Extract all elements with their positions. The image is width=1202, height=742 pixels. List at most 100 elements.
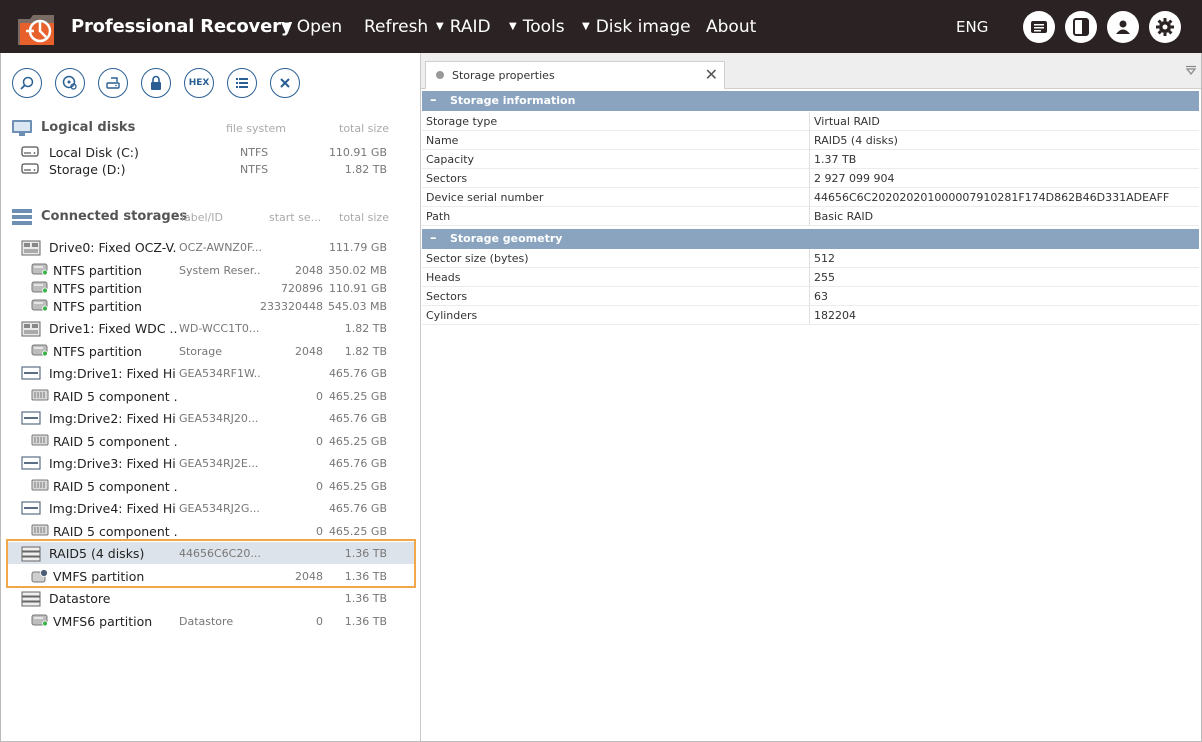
menu-about[interactable]: About xyxy=(706,17,756,37)
property-row[interactable]: Cylinders 182204 xyxy=(422,306,1199,325)
property-name: Cylinders xyxy=(426,309,478,322)
comp-icon xyxy=(31,389,49,404)
scan-button[interactable] xyxy=(55,68,85,98)
property-row[interactable]: Sectors 63 xyxy=(422,287,1199,306)
app-title: Professional Recovery xyxy=(71,16,293,37)
tab-storage-properties[interactable]: Storage properties ✕ xyxy=(425,61,725,89)
search-button[interactable] xyxy=(12,68,42,98)
logical-disk-row[interactable]: Local Disk (C:) NTFS 110.91 GB xyxy=(7,143,415,160)
settings-button[interactable] xyxy=(1149,11,1181,43)
storage-label: GEA534RF1W... xyxy=(179,367,261,380)
storage-start-sector: 720896 xyxy=(281,282,323,295)
property-value: 44656C6C202020201000007910281F174D862B46… xyxy=(814,191,1170,204)
logical-disk-size: 1.82 TB xyxy=(344,163,387,176)
property-row[interactable]: Name RAID5 (4 disks) xyxy=(422,131,1199,150)
hex-viewer-button[interactable]: HEX xyxy=(184,68,214,98)
logical-disk-row[interactable]: Storage (D:) NTFS 1.82 TB xyxy=(7,160,415,177)
storage-panel: HEX Logical disks file system total size… xyxy=(0,53,421,742)
raid-icon xyxy=(21,546,41,565)
column-separator xyxy=(809,169,810,188)
column-header-label-id[interactable]: label/ID xyxy=(181,211,223,224)
dropdown-triangle-icon: ▼ xyxy=(582,21,590,32)
partition-row[interactable]: RAID 5 component ... 0 465.25 GB xyxy=(7,430,415,452)
storage-row[interactable]: Drive1: Fixed WDC ... WD-WCC1T0... 1.82 TB xyxy=(7,317,415,339)
storage-size: 465.76 GB xyxy=(328,367,387,380)
partition-row[interactable]: RAID 5 component ... 0 465.25 GB xyxy=(7,475,415,497)
menu-raid[interactable]: ▼ RAID xyxy=(436,17,491,37)
img-icon xyxy=(21,501,41,518)
encryption-button[interactable] xyxy=(141,68,171,98)
close-tab-icon[interactable]: ✕ xyxy=(705,65,718,84)
column-header-total-size[interactable]: total size xyxy=(339,122,389,135)
tab-label: Storage properties xyxy=(452,69,555,82)
storage-size: 1.82 TB xyxy=(344,322,387,335)
storage-label: Storage xyxy=(179,345,223,358)
property-row[interactable]: Device serial number 44656C6C202020201000… xyxy=(422,188,1199,207)
storage-row[interactable]: Drive0: Fixed OCZ-V... OCZ-AWNZ0F... 111.7… xyxy=(7,236,415,258)
storage-name: Datastore xyxy=(49,591,111,606)
storage-row[interactable]: RAID5 (4 disks) 44656C6C20... 1.36 TB xyxy=(7,542,415,564)
storage-start-sector: 0 xyxy=(316,525,323,538)
properties-button[interactable] xyxy=(227,68,257,98)
menu-open[interactable]: ▼ Open xyxy=(283,17,342,37)
gear-icon xyxy=(1156,18,1174,36)
storage-size: 110.91 GB xyxy=(328,282,387,295)
menu-refresh[interactable]: Refresh xyxy=(364,17,428,37)
partition-row[interactable]: NTFS partition 233320448 545.03 MB xyxy=(7,295,415,317)
property-row[interactable]: Sectors 2 927 099 904 xyxy=(422,169,1199,188)
storage-row[interactable]: Datastore 1.36 TB xyxy=(7,587,415,609)
panels-button[interactable] xyxy=(1065,11,1097,43)
menu-tools[interactable]: ▼ Tools xyxy=(509,17,565,37)
menu-disk-image-label: Disk image xyxy=(595,17,691,37)
log-button[interactable] xyxy=(1023,11,1055,43)
property-value: 2 927 099 904 xyxy=(814,172,895,185)
storage-row[interactable]: Img:Drive3: Fixed Hi... GEA534RJ2E... 465.… xyxy=(7,452,415,474)
tab-menu-icon[interactable] xyxy=(1185,65,1197,75)
property-row[interactable]: Storage type Virtual RAID xyxy=(422,112,1199,131)
close-storage-button[interactable] xyxy=(270,68,300,98)
column-header-total-size[interactable]: total size xyxy=(339,211,389,224)
storage-size: 465.25 GB xyxy=(328,435,387,448)
storage-size: 465.25 GB xyxy=(328,480,387,493)
partition-row[interactable]: NTFS partition Storage 2048 1.82 TB xyxy=(7,340,415,362)
property-row[interactable]: Capacity 1.37 TB xyxy=(422,150,1199,169)
menu-disk-image[interactable]: ▼ Disk image xyxy=(582,17,691,37)
storage-size: 1.36 TB xyxy=(344,570,387,583)
property-value: 63 xyxy=(814,290,828,303)
account-button[interactable] xyxy=(1107,11,1139,43)
monitor-icon xyxy=(12,120,32,136)
collapse-icon: – xyxy=(430,93,437,108)
partition-row[interactable]: VMFS partition 2048 1.36 TB xyxy=(7,565,415,587)
storage-row[interactable]: Img:Drive2: Fixed Hi... GEA534RJ20... 465.… xyxy=(7,407,415,429)
part-icon xyxy=(31,281,49,296)
language-selector[interactable]: ENG xyxy=(956,18,988,36)
property-row[interactable]: Sector size (bytes) 512 xyxy=(422,249,1199,268)
column-header-start-sector[interactable]: start se... xyxy=(269,211,321,224)
column-separator xyxy=(809,249,810,268)
logical-disk-size: 110.91 GB xyxy=(328,146,387,159)
column-header-file-system[interactable]: file system xyxy=(226,122,286,135)
comp-icon xyxy=(31,434,49,449)
storage-size: 111.79 GB xyxy=(328,241,387,254)
property-row[interactable]: Path Basic RAID xyxy=(422,207,1199,226)
top-bar: Professional Recovery ▼ Open Refresh ▼ RAI… xyxy=(0,0,1202,53)
partition-row[interactable]: RAID 5 component ... 0 465.25 GB xyxy=(7,520,415,542)
group-storage-information[interactable]: – Storage information xyxy=(422,91,1199,111)
storage-row[interactable]: Img:Drive4: Fixed Hi... GEA534RJ2G... 465.… xyxy=(7,497,415,519)
drive-icon xyxy=(21,144,39,161)
column-separator xyxy=(809,150,810,169)
part-icon xyxy=(31,263,49,278)
property-row[interactable]: Heads 255 xyxy=(422,268,1199,287)
storage-name: NTFS partition xyxy=(53,281,142,296)
partition-row[interactable]: RAID 5 component ... 0 465.25 GB xyxy=(7,385,415,407)
group-storage-geometry[interactable]: – Storage geometry xyxy=(422,229,1199,249)
create-image-button[interactable] xyxy=(98,68,128,98)
partition-row[interactable]: VMFS6 partition Datastore 0 1.36 TB xyxy=(7,610,415,632)
storage-row[interactable]: Img:Drive1: Fixed Hi... GEA534RF1W... 465.… xyxy=(7,362,415,384)
column-separator xyxy=(809,131,810,150)
storage-size: 465.25 GB xyxy=(328,390,387,403)
storage-label: System Reser... xyxy=(179,264,261,277)
group-title: Storage geometry xyxy=(450,232,563,245)
dropdown-triangle-icon: ▼ xyxy=(283,21,291,32)
dropdown-triangle-icon: ▼ xyxy=(509,21,517,32)
